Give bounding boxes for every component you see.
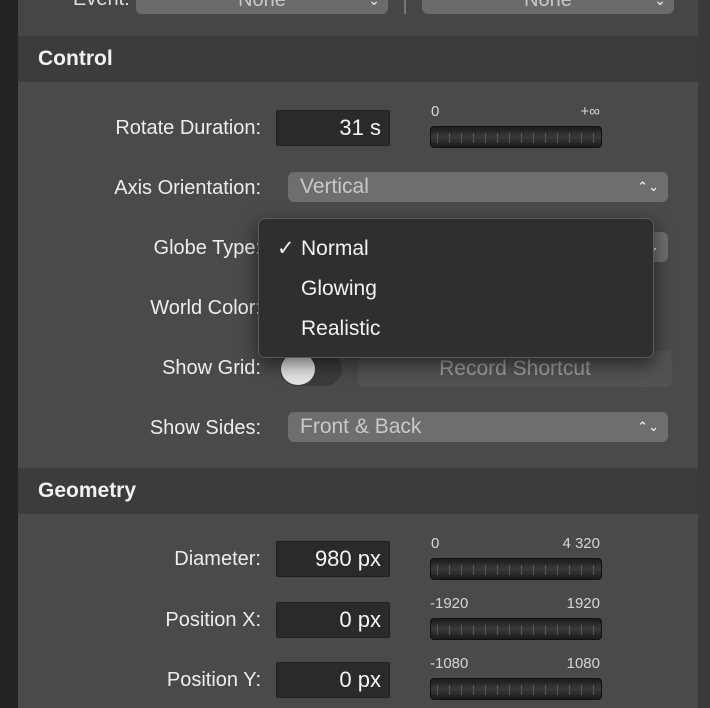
axis-orientation-label: Axis Orientation: <box>114 177 261 199</box>
control-section-header[interactable]: Control <box>18 36 698 82</box>
geometry-section-header[interactable]: Geometry <box>18 468 698 514</box>
menu-item-realistic[interactable]: Realistic <box>259 311 653 347</box>
event-popup[interactable]: None ⌃⌄ <box>136 0 388 14</box>
menu-item-label: Normal <box>301 237 369 260</box>
diameter-max: 4 320 <box>562 535 600 552</box>
diameter-min: 0 <box>431 535 440 552</box>
rotate-duration-label: Rotate Duration: <box>115 117 261 139</box>
separator <box>404 0 406 14</box>
rotate-duration-field[interactable]: 31 s <box>276 110 390 146</box>
up-down-chevron-icon: ⌃⌄ <box>637 179 659 194</box>
position-x-min: -1920 <box>430 595 469 612</box>
position-y-min: -1080 <box>430 655 469 672</box>
position-y-max: 1080 <box>566 655 600 672</box>
position-x-jog-wheel[interactable] <box>430 618 602 640</box>
control-section-title: Control <box>38 47 113 70</box>
event-row: Event: None ⌃⌄ None ⌃⌄ <box>18 0 698 36</box>
checkmark-icon: ✓ <box>277 237 295 260</box>
event-label: Event: <box>73 0 130 11</box>
position-y-jog-wheel[interactable] <box>430 678 602 700</box>
position-x-max: 1920 <box>566 595 600 612</box>
diameter-label: Diameter: <box>174 548 261 570</box>
rotate-duration-max: +∞ <box>580 103 600 120</box>
geometry-section-title: Geometry <box>38 479 137 502</box>
diameter-field[interactable]: 980 px <box>276 541 390 577</box>
diameter-jog-wheel[interactable] <box>430 558 602 580</box>
menu-item-label: Realistic <box>301 317 381 340</box>
up-down-chevron-icon: ⌃⌄ <box>642 0 666 8</box>
left-edge <box>0 0 18 708</box>
position-y-label: Position Y: <box>166 669 261 691</box>
up-down-chevron-icon: ⌃⌄ <box>356 0 380 8</box>
rotate-duration-jog-wheel[interactable] <box>430 126 602 148</box>
up-down-chevron-icon: ⌃⌄ <box>637 419 659 434</box>
axis-orientation-popup[interactable]: Vertical ⌃⌄ <box>288 172 668 202</box>
right-edge <box>698 0 710 708</box>
globe-type-menu: ✓ Normal Glowing Realistic <box>258 218 654 358</box>
world-color-label: World Color: <box>150 297 261 319</box>
event-popup-value: None <box>238 0 286 11</box>
second-popup[interactable]: None ⌃⌄ <box>422 0 674 14</box>
axis-orientation-value: Vertical <box>300 175 369 198</box>
show-sides-value: Front & Back <box>300 415 422 438</box>
second-popup-value: None <box>524 0 572 11</box>
position-y-field[interactable]: 0 px <box>276 662 390 698</box>
menu-item-glowing[interactable]: Glowing <box>259 271 653 307</box>
show-sides-popup[interactable]: Front & Back ⌃⌄ <box>288 412 668 442</box>
menu-item-normal[interactable]: ✓ Normal <box>259 231 653 267</box>
globe-type-label: Globe Type: <box>153 237 261 259</box>
show-grid-label: Show Grid: <box>162 357 261 379</box>
show-sides-label: Show Sides: <box>149 417 261 439</box>
position-x-field[interactable]: 0 px <box>276 602 390 638</box>
rotate-duration-min: 0 <box>431 103 440 120</box>
menu-item-label: Glowing <box>301 277 377 300</box>
position-x-label: Position X: <box>165 609 261 631</box>
